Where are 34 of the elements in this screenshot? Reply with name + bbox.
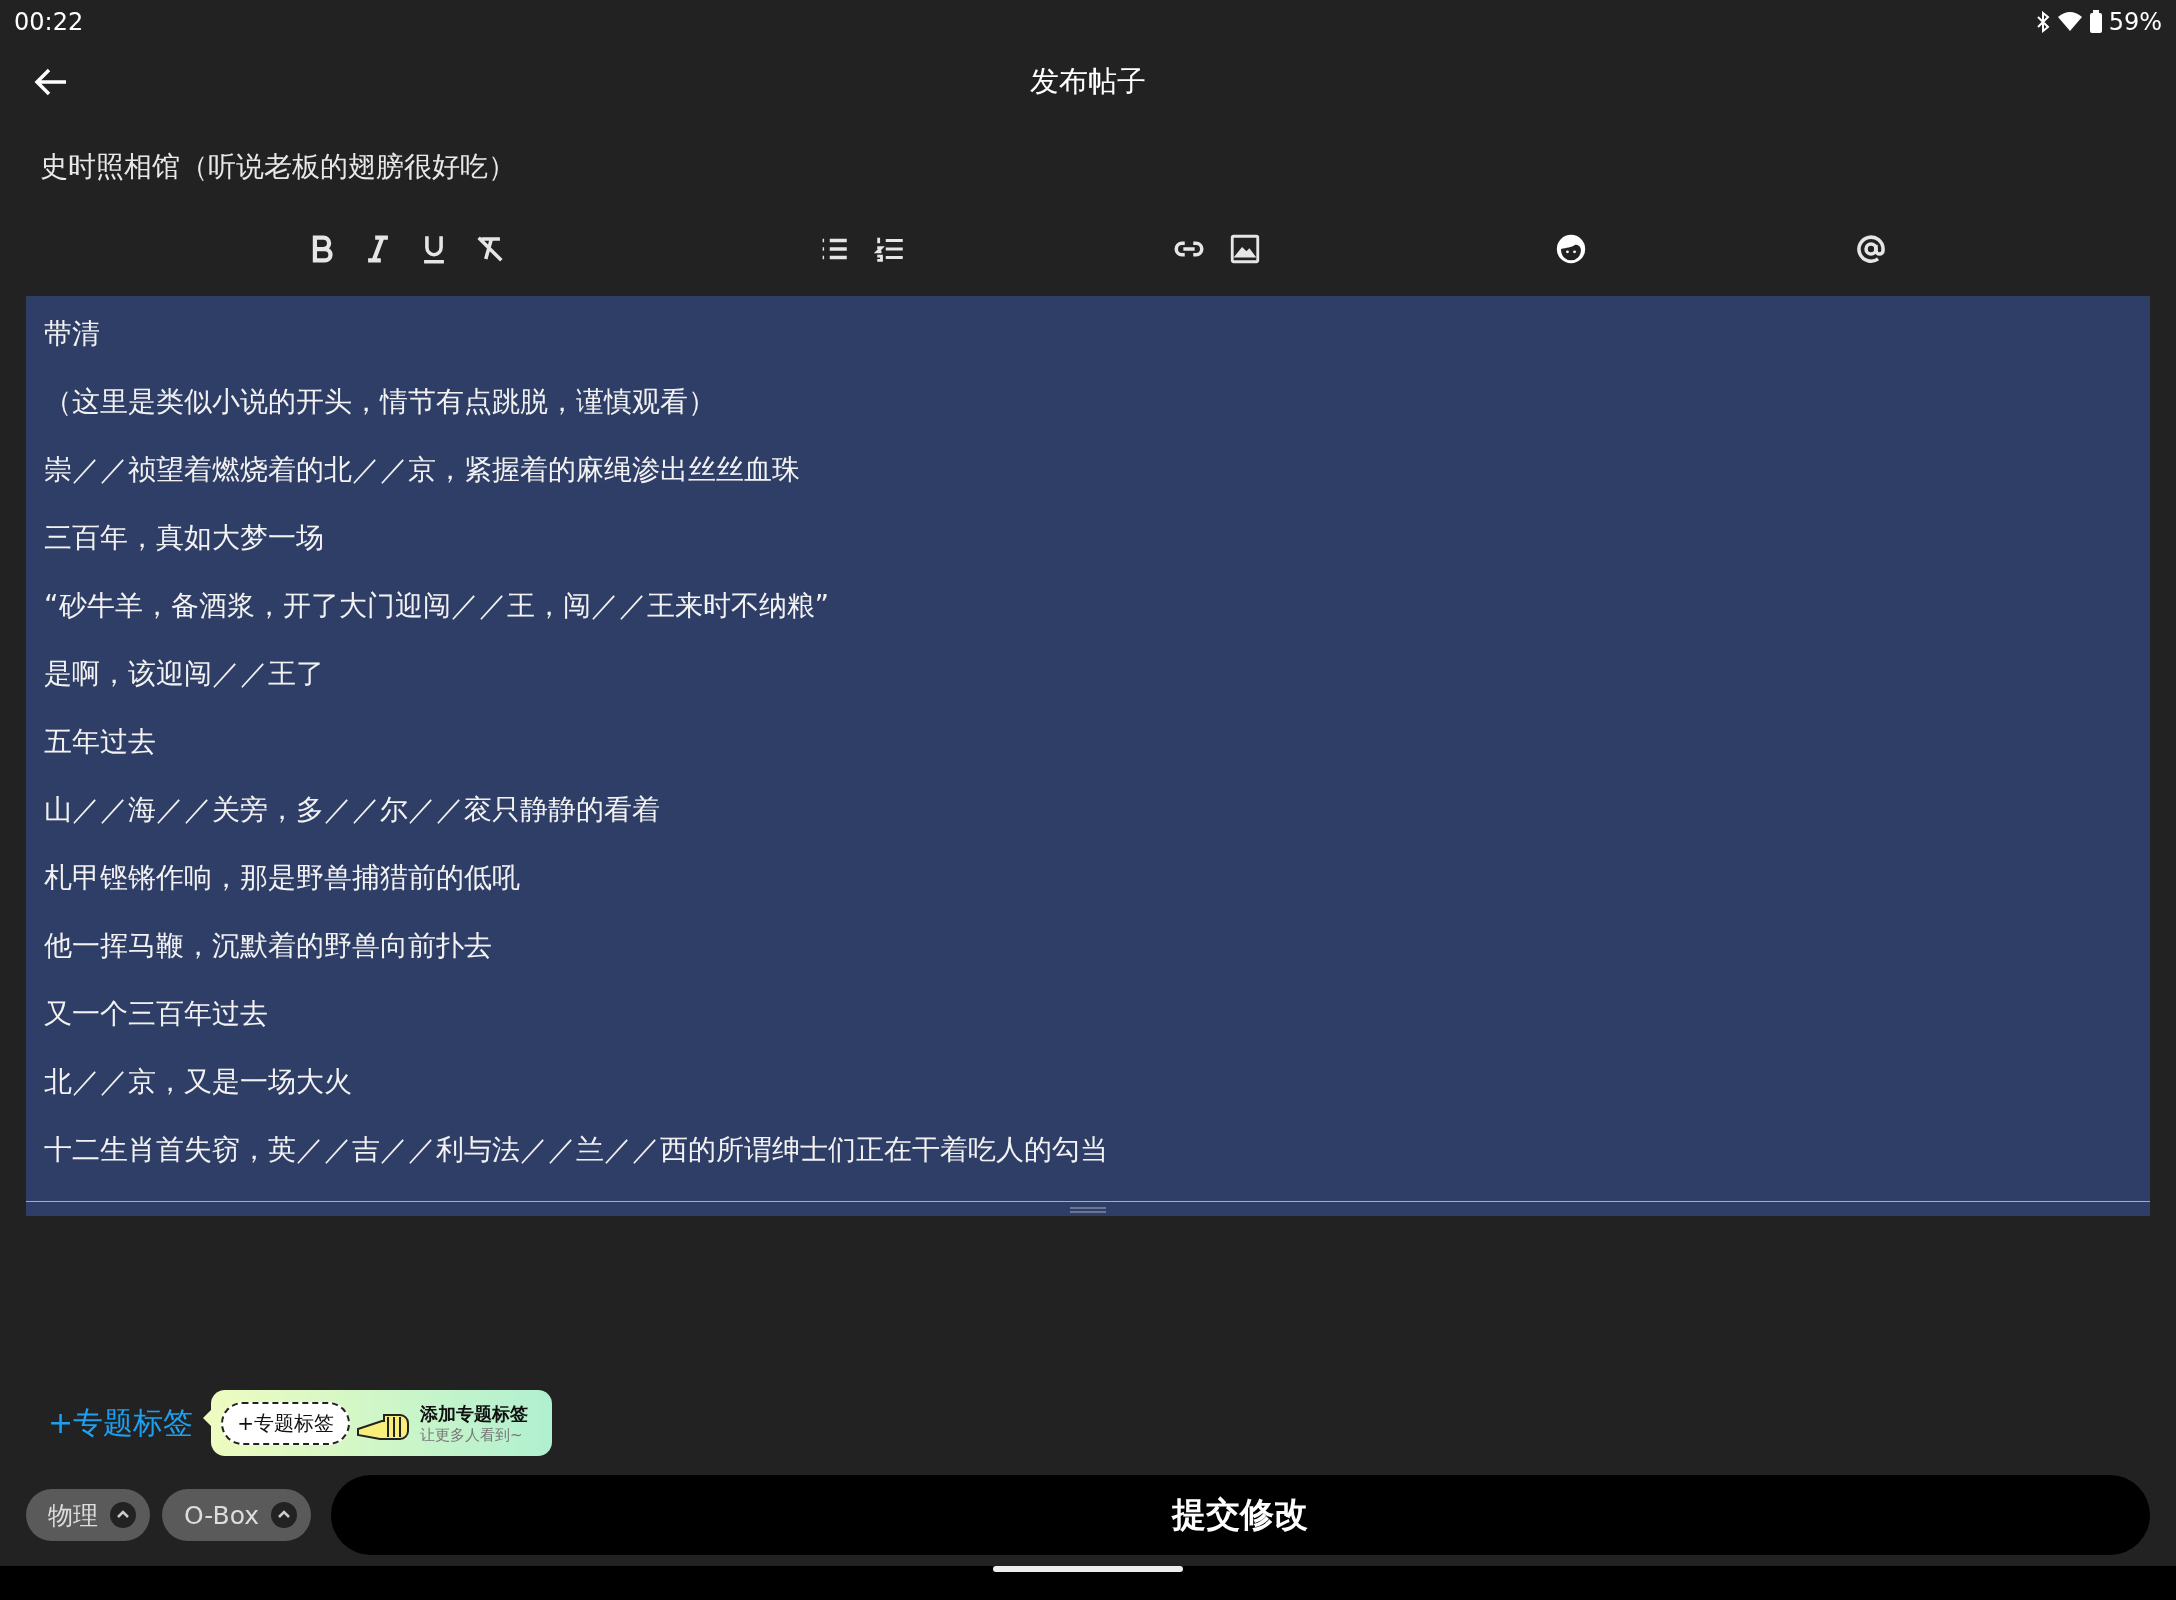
category-chip[interactable]: 物理 — [26, 1489, 150, 1541]
content-line: 三百年，真如大梦一场 — [44, 520, 325, 556]
content-line: 五年过去 — [44, 724, 157, 760]
tooltip-title: 添加专题标签 — [419, 1401, 528, 1426]
content-line: 带清 — [44, 316, 101, 352]
chevron-up-icon — [110, 1502, 136, 1528]
content-line: 是啊，该迎闯／／王了 — [44, 656, 325, 692]
resize-handle-icon[interactable] — [1070, 1206, 1106, 1214]
content-line: 他一挥马鞭，沉默着的野兽向前扑去 — [44, 928, 493, 964]
content-line: 十二生肖首失窃，英／／吉／／利与法／／兰／／西的所谓绅士们正在干着吃人的勾当 — [44, 1132, 1109, 1168]
battery-percent: 59% — [2108, 8, 2162, 36]
status-time: 00:22 — [14, 8, 84, 36]
content-editor[interactable] — [26, 296, 2150, 1216]
at-sign-icon[interactable] — [1854, 232, 1888, 266]
image-icon[interactable] — [1228, 232, 1262, 266]
content-line: 崇／／祯望着燃烧着的北／／京，紧握着的麻绳渗出丝丝血珠 — [44, 452, 801, 488]
content-line: （这里是类似小说的开头，情节有点跳脱，谨慎观看） — [44, 384, 717, 420]
wifi-icon — [2056, 11, 2083, 33]
submit-button[interactable]: 提交修改 — [331, 1475, 2150, 1555]
content-line: 山／／海／／关旁，多／／尔／／衮只静静的看着 — [44, 792, 661, 828]
face-icon[interactable] — [1554, 232, 1588, 266]
tooltip-subtitle: 让更多人看到~ — [419, 1425, 524, 1445]
content-line: “砂牛羊，备酒浆，开了大门迎闯／／王，闯／／王来时不纳粮” — [44, 588, 830, 624]
post-title-field[interactable]: 史时照相馆（听说老板的翅膀很好吃） — [0, 120, 2176, 196]
bluetooth-icon — [2034, 11, 2051, 33]
content-line: 又一个三百年过去 — [44, 996, 269, 1032]
page-title: 发布帖子 — [1029, 63, 1147, 100]
content-line: 北／／京，又是一场大火 — [44, 1064, 353, 1100]
category-chip[interactable]: O-Box — [162, 1489, 311, 1541]
content-line: 札甲铿锵作响，那是野兽捕猎前的低吼 — [44, 860, 521, 896]
add-topic-tag-link[interactable]: +专题标签 — [48, 1402, 194, 1444]
chevron-up-icon — [271, 1502, 297, 1528]
battery-icon — [2088, 10, 2103, 34]
topic-tag-sample: +专题标签 — [221, 1401, 350, 1445]
